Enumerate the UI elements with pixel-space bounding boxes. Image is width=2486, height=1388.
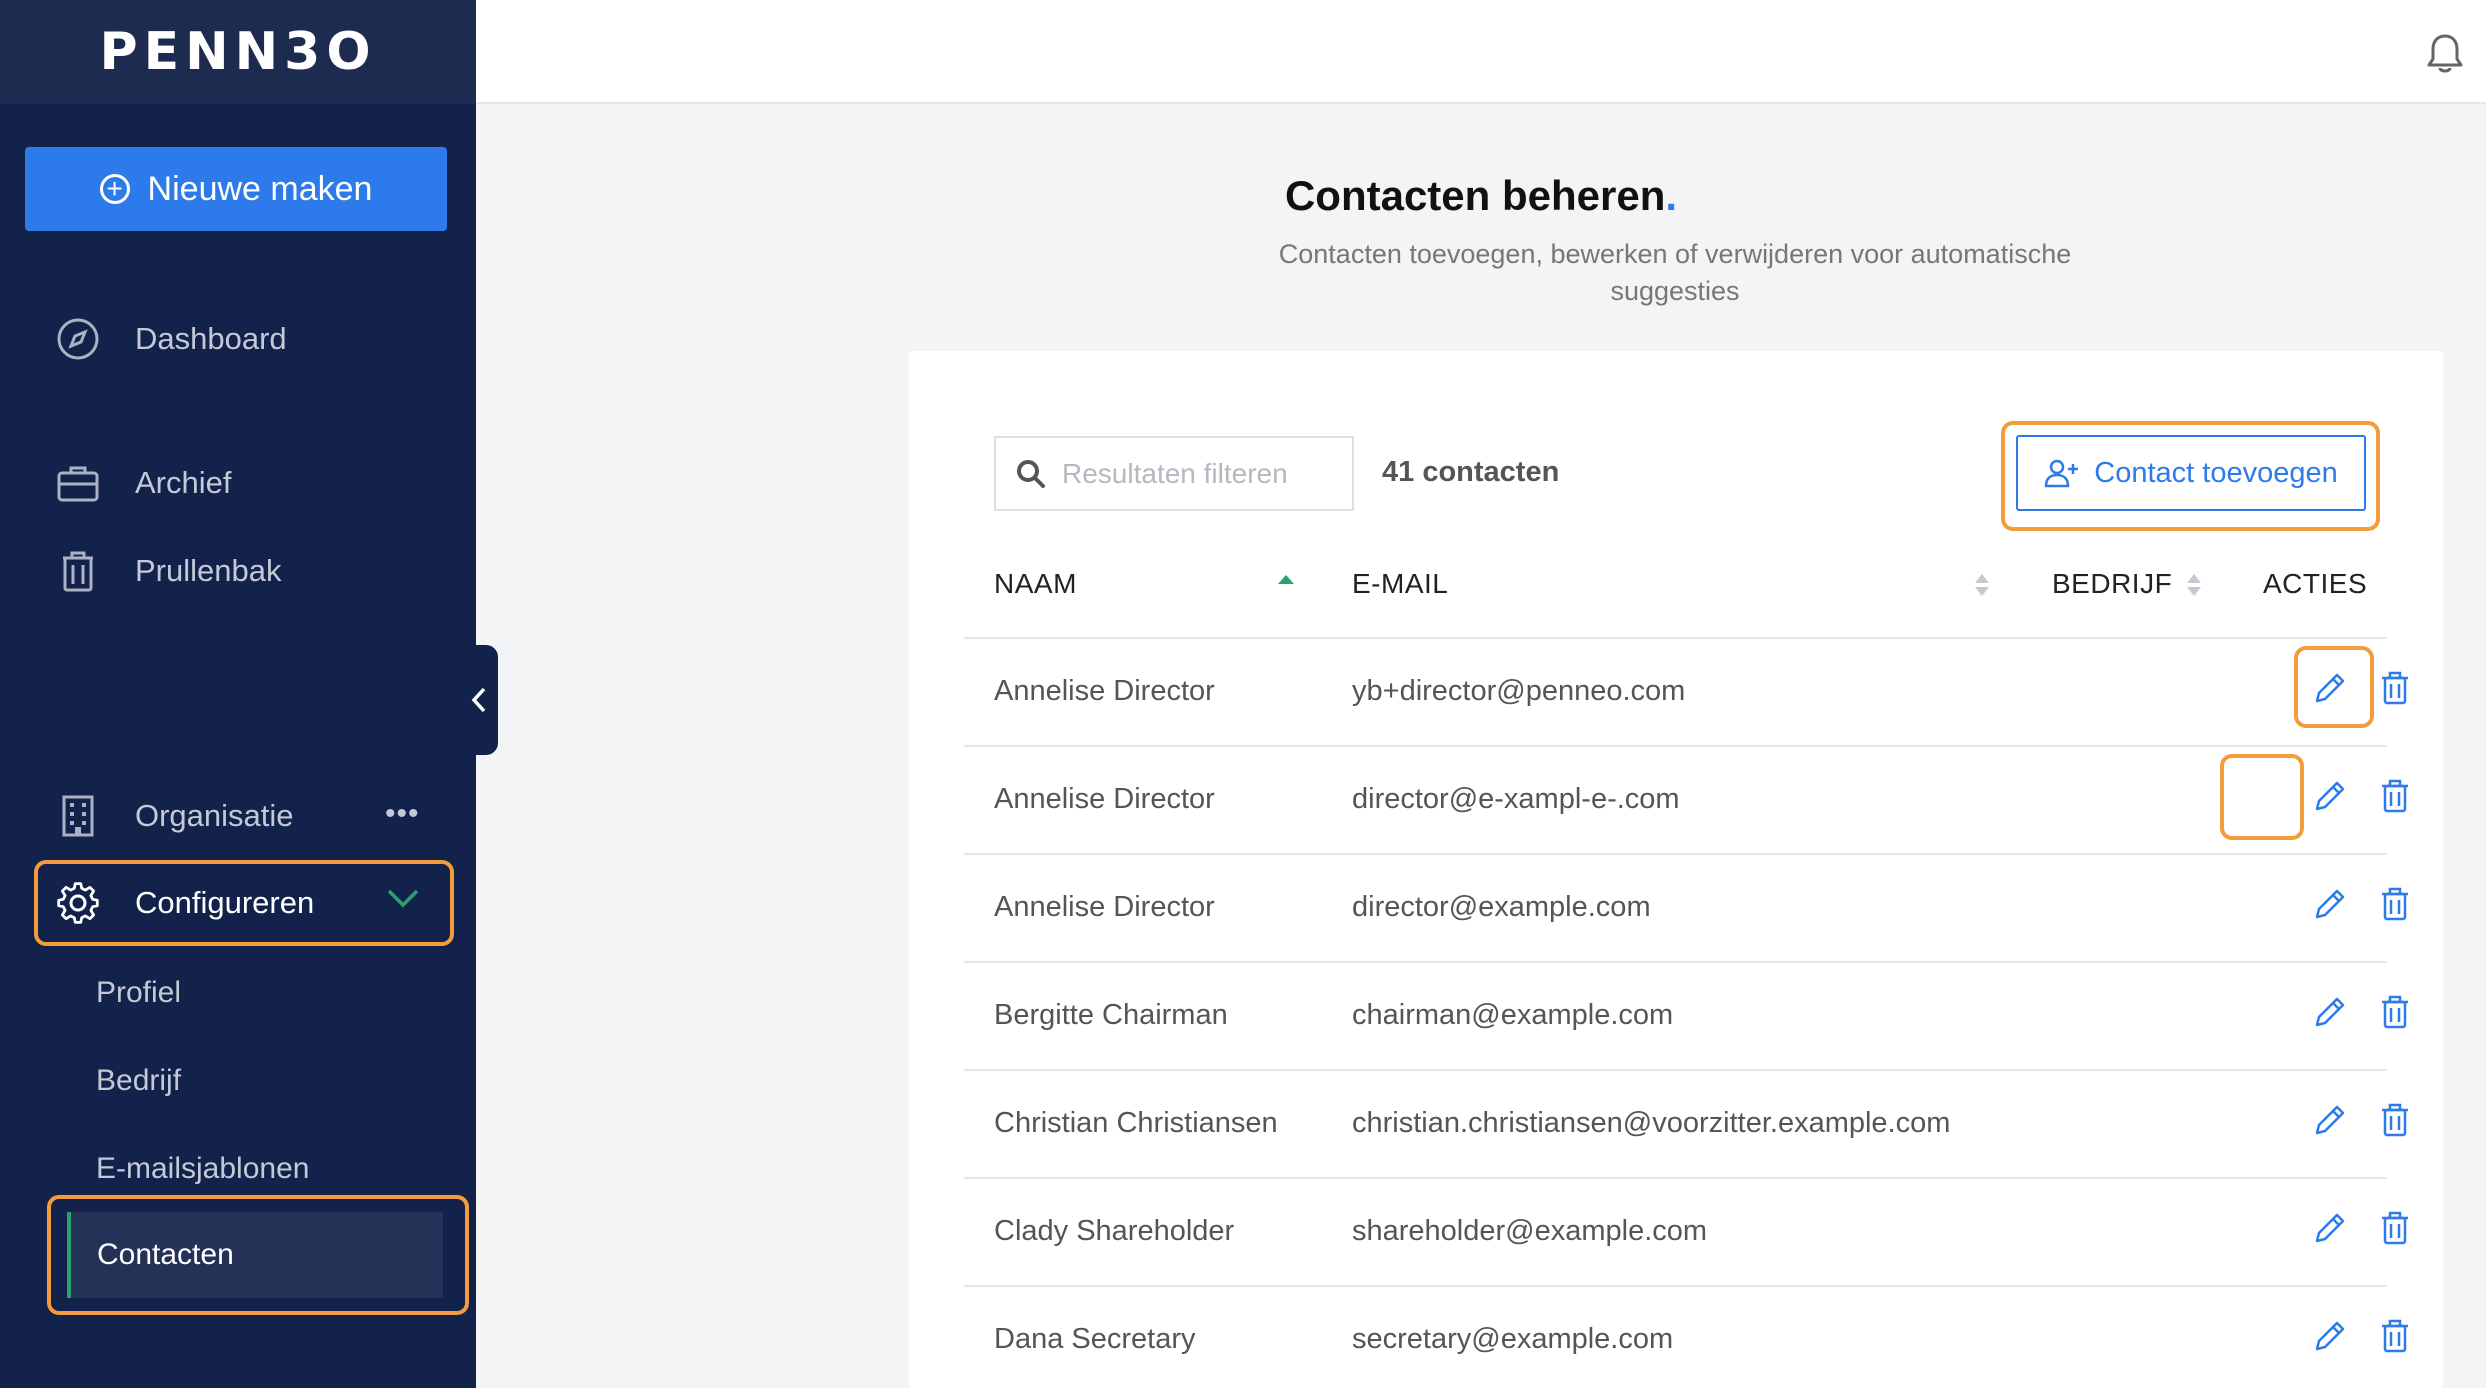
contact-name: Clady Shareholder <box>994 1215 1235 1247</box>
gear-icon <box>57 882 99 924</box>
sidebar-item-label: Dashboard <box>135 321 287 356</box>
page-title: Contacten beheren. <box>476 172 2486 220</box>
contact-count: 41 contacten <box>1382 456 1560 488</box>
sidebar-item-archief[interactable]: Archief <box>55 460 231 506</box>
sidebar-item-label: Organisatie <box>135 798 294 833</box>
trash-icon <box>63 551 93 592</box>
sidebar-item-label: Configureren <box>135 885 315 920</box>
delete-trash-icon[interactable] <box>2380 1103 2410 1137</box>
contact-email: director@example.com <box>1352 891 1651 923</box>
briefcase-icon <box>57 466 99 502</box>
search-input[interactable] <box>1062 457 1342 490</box>
more-options-icon[interactable]: ••• <box>385 797 420 831</box>
sidebar-subitem-profiel[interactable]: Profiel <box>96 976 181 1010</box>
edit-pencil-icon[interactable] <box>2313 779 2347 813</box>
sort-asc-icon[interactable] <box>1277 573 1295 585</box>
table-row: Christian Christiansen christian.christi… <box>964 1069 2408 1177</box>
contact-email: chairman@example.com <box>1352 999 1674 1031</box>
column-header-acties: ACTIES <box>2263 568 2368 599</box>
search-icon <box>1017 459 1045 488</box>
bell-icon[interactable] <box>2426 32 2464 74</box>
building-icon <box>62 795 94 837</box>
sidebar-item-prullenbak[interactable]: Prullenbak <box>55 548 281 594</box>
contact-name: Dana Secretary <box>994 1323 1196 1355</box>
page-subtitle: Contacten toevoegen, bewerken of verwijd… <box>1278 239 2072 306</box>
contact-name: Annelise Director <box>994 891 1215 923</box>
new-button-label: Nieuwe maken <box>147 169 373 208</box>
table-row: Annelise Director director@e-xampl-e-.co… <box>964 745 2408 853</box>
collapse-sidebar-button[interactable] <box>460 645 498 755</box>
sidebar-subitem-emailsjablonen[interactable]: E-mailsjablonen <box>96 1152 309 1186</box>
sidebar-subitem-label: Contacten <box>97 1238 234 1271</box>
sidebar-subitem-contacten[interactable]: Contacten <box>67 1212 443 1298</box>
contact-email: yb+director@penneo.com <box>1352 675 1686 707</box>
sidebar-item-configureren[interactable]: Configureren <box>55 880 314 926</box>
add-contact-label: Contact toevoegen <box>2094 456 2338 489</box>
table-row: Bergitte Chairman chairman@example.com <box>964 961 2408 1069</box>
new-button[interactable]: + Nieuwe maken <box>25 147 447 231</box>
sidebar-item-dashboard[interactable]: Dashboard <box>55 316 287 362</box>
contact-email: secretary@example.com <box>1352 1323 1674 1355</box>
search-box[interactable] <box>994 436 1354 511</box>
delete-trash-icon[interactable] <box>2380 779 2410 813</box>
add-contact-button[interactable]: Contact toevoegen <box>2016 435 2366 511</box>
edit-pencil-icon[interactable] <box>2313 671 2347 705</box>
plus-circle-icon: + <box>99 174 130 204</box>
delete-trash-icon[interactable] <box>2380 887 2410 921</box>
contact-name: Annelise Director <box>994 675 1215 707</box>
contact-email: director@e-xampl-e-.com <box>1352 783 1680 815</box>
column-header-email[interactable]: E-MAIL <box>1352 568 1448 600</box>
edit-pencil-icon[interactable] <box>2313 1211 2347 1245</box>
edit-pencil-icon[interactable] <box>2313 995 2347 1029</box>
chevron-down-icon[interactable] <box>386 886 420 910</box>
contact-email: christian.christiansen@voorzitter.exampl… <box>1352 1107 1951 1139</box>
sidebar-subitem-bedrijf[interactable]: Bedrijf <box>96 1064 181 1098</box>
chevron-left-icon <box>471 687 486 713</box>
contacts-card: 41 contacten Contact toevoegen NAAM E-MA… <box>909 351 2443 1388</box>
contact-name: Bergitte Chairman <box>994 999 1228 1031</box>
contact-name: Annelise Director <box>994 783 1215 815</box>
sidebar-item-organisatie[interactable]: Organisatie <box>55 793 294 839</box>
app-logo[interactable]: PENN3O <box>99 22 376 82</box>
table-row: Annelise Director yb+director@penneo.com <box>964 637 2408 745</box>
table-row: Clady Shareholder shareholder@example.co… <box>964 1177 2408 1285</box>
sidebar-item-label: Prullenbak <box>135 553 282 588</box>
sort-icon[interactable] <box>1974 572 1990 598</box>
edit-pencil-icon[interactable] <box>2313 1103 2347 1137</box>
logo-bar: PENN3O <box>0 0 476 104</box>
contact-name: Christian Christiansen <box>994 1107 1278 1139</box>
edit-pencil-icon[interactable] <box>2313 887 2347 921</box>
table-row: Annelise Director director@example.com <box>964 853 2408 961</box>
sidebar: PENN3O + Nieuwe maken Dashboard Archief … <box>0 0 476 1388</box>
delete-trash-icon[interactable] <box>2380 1211 2410 1245</box>
compass-icon <box>57 318 99 360</box>
top-bar <box>476 0 2486 104</box>
table-row: Dana Secretary secretary@example.com <box>964 1285 2408 1388</box>
contact-email: shareholder@example.com <box>1352 1215 1708 1247</box>
page-title-text: Contacten beheren <box>1284 172 1666 219</box>
add-user-icon <box>2045 459 2079 488</box>
delete-highlight <box>2220 754 2304 840</box>
sort-icon[interactable] <box>2186 572 2202 598</box>
edit-pencil-icon[interactable] <box>2313 1319 2347 1353</box>
column-header-naam[interactable]: NAAM <box>994 568 1077 600</box>
delete-trash-icon[interactable] <box>2380 671 2410 705</box>
column-header-bedrijf[interactable]: BEDRIJF <box>2052 568 2172 600</box>
sidebar-item-label: Archief <box>135 465 232 500</box>
delete-trash-icon[interactable] <box>2380 1319 2410 1353</box>
title-dot: . <box>1665 172 1678 219</box>
delete-trash-icon[interactable] <box>2380 995 2410 1029</box>
